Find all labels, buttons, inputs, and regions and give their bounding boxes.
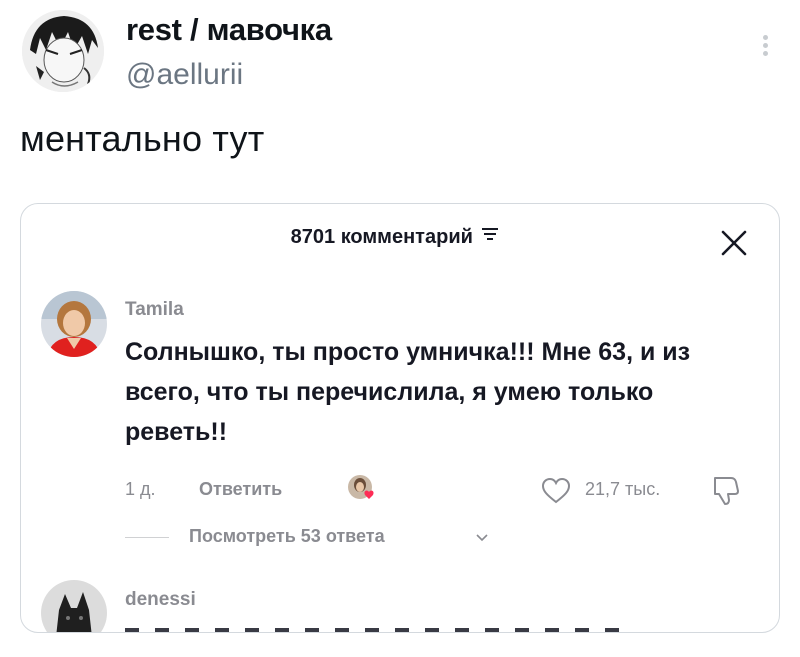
reply-button[interactable]: Ответить [199, 479, 282, 500]
chevron-down-icon [475, 530, 489, 548]
heart-outline-icon[interactable] [541, 477, 571, 510]
comment-time: 1 д. [125, 479, 156, 499]
like-count: 21,7 тыс. [585, 479, 661, 499]
more-vertical-icon[interactable] [758, 32, 772, 68]
tweet-header: rest / мавочка @aellurii [18, 8, 788, 100]
creator-liked-heart-icon [347, 474, 379, 506]
comment-text: Солнышко, ты просто умничка!!! Мне 63, и… [125, 338, 691, 446]
thumbs-down-icon[interactable] [711, 474, 741, 511]
comment-author[interactable]: Tamila [125, 299, 184, 321]
comment-text-cutoff [125, 628, 625, 632]
comment-avatar[interactable] [41, 580, 107, 632]
user-handle[interactable]: @aellurii [126, 58, 243, 92]
embedded-media-card[interactable]: 8701 комментарий Tamila Солнышко, ты про… [20, 203, 780, 633]
display-name[interactable]: rest / мавочка [126, 12, 332, 48]
divider-line [125, 537, 169, 538]
tweet-text: ментально тут [20, 118, 265, 159]
user-avatar[interactable] [22, 10, 104, 92]
comments-count: 8701 комментарий [290, 226, 473, 248]
comment-author[interactable]: denessi [125, 589, 196, 611]
comments-header: 8701 комментарий [21, 226, 779, 256]
close-icon[interactable] [717, 226, 751, 260]
comment-avatar[interactable] [41, 291, 107, 357]
comment-actions: 1 д. Ответить 21,7 тыс. [125, 474, 765, 510]
view-replies-label: Посмотреть 53 ответа [189, 526, 385, 546]
filter-icon[interactable] [481, 226, 499, 247]
